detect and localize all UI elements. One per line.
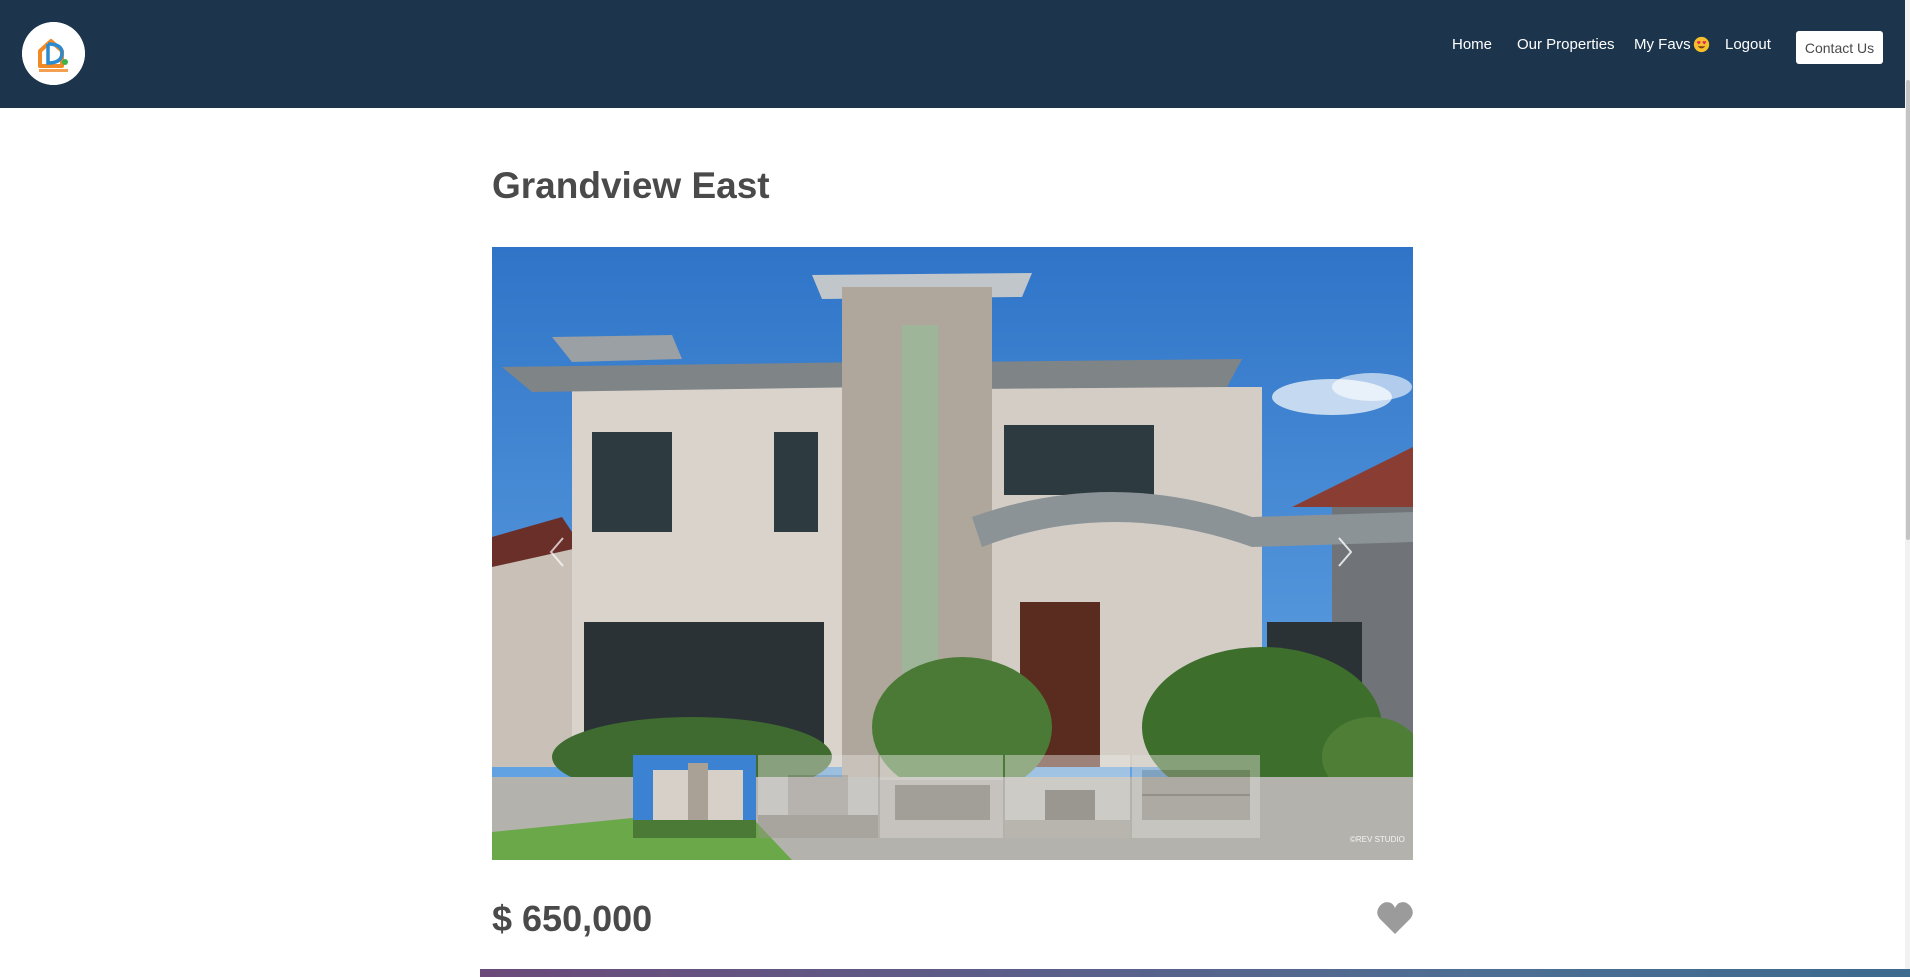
nav-home-link[interactable]: Home [1452,36,1492,53]
bottom-edge-strip [480,969,1910,977]
gallery-thumbnail[interactable] [1005,755,1130,838]
scrollbar-thumb[interactable] [1906,80,1910,540]
nav-favs-link[interactable]: My Favs [1634,36,1710,53]
chevron-right-icon [1338,537,1353,567]
contact-us-button[interactable]: Contact Us [1796,31,1883,64]
property-title: Grandview East [492,165,770,206]
favorite-button[interactable] [1376,900,1414,936]
main-nav: Home Our Properties My Favs Logout [0,0,1905,92]
photo-credit: ©REV STUDIO [1350,835,1405,844]
page-scrollbar[interactable] [1905,0,1910,977]
top-navbar: Home Our Properties My Favs Logout Conta… [0,0,1905,108]
gallery-thumbnails [633,755,1273,838]
gallery-next-button[interactable] [1330,527,1360,577]
chevron-left-icon [549,537,564,567]
gallery-prev-button[interactable] [542,527,572,577]
heart-icon [1377,902,1413,934]
nav-logout-link[interactable]: Logout [1725,36,1771,53]
gallery-thumbnail[interactable] [758,755,878,838]
nav-favs-label: My Favs [1634,36,1691,53]
nav-properties-link[interactable]: Our Properties [1517,36,1615,53]
property-photo-gallery[interactable]: ©REV STUDIO [492,247,1413,860]
heart-eyes-emoji-icon [1693,36,1709,53]
gallery-thumbnail[interactable] [880,755,1003,838]
gallery-thumbnail[interactable] [1132,755,1260,838]
gallery-thumbnail[interactable] [633,755,756,838]
property-price: $ 650,000 [492,898,653,939]
